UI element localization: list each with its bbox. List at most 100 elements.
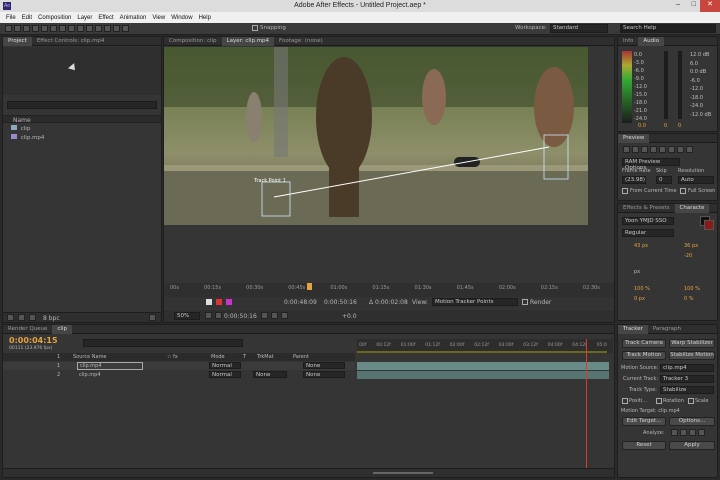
- ram-preview-options[interactable]: RAM Preview Options: [622, 158, 680, 171]
- from-current-checkbox[interactable]: [622, 188, 628, 194]
- mask-visibility-icon[interactable]: [215, 312, 222, 319]
- tab-effects-presets[interactable]: Effects & Presets: [618, 204, 675, 213]
- tab-preview[interactable]: Preview: [618, 133, 650, 143]
- analyze-forward-icon[interactable]: [689, 429, 696, 436]
- apply-button[interactable]: Apply: [669, 441, 715, 450]
- column-source[interactable]: Source Name: [73, 354, 107, 360]
- skip-select[interactable]: 0: [656, 176, 672, 184]
- delete-icon[interactable]: [149, 314, 156, 321]
- maximize-button[interactable]: □: [692, 1, 696, 8]
- column-name[interactable]: Name: [13, 117, 31, 124]
- stroke-color-swatch[interactable]: [704, 220, 714, 230]
- tab-paragraph[interactable]: Paragraph: [648, 325, 686, 334]
- reset-button[interactable]: Reset: [622, 441, 666, 450]
- brush-tool-icon[interactable]: [86, 25, 93, 32]
- ram-preview-icon[interactable]: [686, 146, 693, 153]
- puppet-tool-icon[interactable]: [122, 25, 129, 32]
- layer-trkmat-select[interactable]: None: [253, 371, 287, 378]
- channel-icon[interactable]: [281, 312, 288, 319]
- set-in-icon[interactable]: [206, 299, 212, 305]
- tab-composition[interactable]: Composition: clip: [164, 37, 222, 46]
- set-out-icon[interactable]: [216, 299, 222, 305]
- audio-level-value[interactable]: 0.0: [638, 123, 646, 129]
- selection-tool-icon[interactable]: [5, 25, 12, 32]
- mute-icon[interactable]: [668, 146, 675, 153]
- eraser-tool-icon[interactable]: [104, 25, 111, 32]
- work-area-bar[interactable]: [357, 351, 607, 353]
- render-checkbox[interactable]: [522, 299, 528, 305]
- list-item[interactable]: clip.mp4: [11, 134, 44, 141]
- type-tool-icon[interactable]: [77, 25, 84, 32]
- menu-edit[interactable]: Edit: [22, 15, 32, 21]
- interpret-footage-icon[interactable]: [7, 314, 14, 321]
- menu-file[interactable]: File: [6, 15, 16, 21]
- layer-name[interactable]: clip.mp4: [77, 362, 143, 370]
- layer-name[interactable]: clip.mp4: [79, 372, 101, 378]
- zoom-slider[interactable]: [373, 472, 433, 474]
- analyze-backward-icon[interactable]: [680, 429, 687, 436]
- tab-tracker[interactable]: Tracker: [618, 324, 648, 334]
- tracking-unit[interactable]: px: [634, 269, 640, 275]
- timeline-ruler[interactable]: 00f 00:12f 01:00f 01:12f 02:00f 02:12f 0…: [357, 339, 613, 353]
- roto-tool-icon[interactable]: [113, 25, 120, 32]
- motion-source-select[interactable]: clip.mp4: [660, 364, 714, 372]
- tab-footage[interactable]: Footage: (none): [274, 37, 328, 46]
- audio-slider-right[interactable]: [678, 51, 682, 119]
- font-size[interactable]: 43 px: [634, 243, 648, 249]
- view-select[interactable]: Motion Tracker Points: [432, 298, 518, 306]
- audio-left-value[interactable]: 0: [664, 123, 667, 129]
- menu-view[interactable]: View: [152, 15, 165, 21]
- list-item[interactable]: clip: [11, 125, 30, 132]
- style-select[interactable]: Regular: [622, 229, 674, 237]
- pen-tool-icon[interactable]: [68, 25, 75, 32]
- audio-slider-left[interactable]: [664, 51, 668, 119]
- tab-info[interactable]: Info: [618, 37, 638, 46]
- hand-tool-icon[interactable]: [14, 25, 21, 32]
- tab-effect-controls[interactable]: Effect Controls: clip.mp4: [32, 37, 110, 46]
- track-motion-button[interactable]: Track Motion: [622, 351, 666, 360]
- next-frame-icon[interactable]: [650, 146, 657, 153]
- rotate-tool-icon[interactable]: [32, 25, 39, 32]
- track-camera-button[interactable]: Track Camera: [622, 339, 666, 348]
- layer-bar-1[interactable]: [357, 362, 609, 370]
- layer-mode-select[interactable]: Normal: [209, 371, 241, 378]
- close-button[interactable]: ✕: [700, 0, 720, 12]
- full-screen-checkbox[interactable]: [680, 188, 686, 194]
- timeline-playhead[interactable]: [586, 339, 587, 469]
- font-select[interactable]: Yoon YMJD SSO: [622, 217, 674, 225]
- new-folder-icon[interactable]: [18, 314, 25, 321]
- workspace-select[interactable]: Standard: [550, 24, 608, 33]
- tab-project[interactable]: Project: [3, 36, 32, 46]
- tab-render-queue[interactable]: Render Queue: [3, 325, 52, 334]
- tab-audio[interactable]: Audio: [638, 36, 665, 46]
- offset[interactable]: +0.0: [342, 313, 357, 320]
- snapshot-icon[interactable]: [261, 312, 268, 319]
- bit-depth[interactable]: 8 bpc: [43, 315, 60, 322]
- out-point[interactable]: 0:00:50:16: [324, 299, 357, 306]
- horizontal-scale[interactable]: 100 %: [684, 286, 700, 292]
- layer-parent-select[interactable]: None: [303, 362, 345, 369]
- clone-tool-icon[interactable]: [95, 25, 102, 32]
- rotation-checkbox[interactable]: [656, 398, 662, 404]
- resolution-select[interactable]: Auto: [678, 176, 714, 184]
- analyze-back-frame-icon[interactable]: [671, 429, 678, 436]
- tab-layer[interactable]: Layer: clip.mp4: [221, 36, 275, 46]
- audio-right-value[interactable]: 0: [678, 123, 681, 129]
- menu-animation[interactable]: Animation: [120, 15, 147, 21]
- table-row[interactable]: 2 clip.mp4 Normal None None: [3, 371, 355, 379]
- track-type-select[interactable]: Stabilize: [660, 386, 714, 394]
- snapping-checkbox[interactable]: [252, 25, 258, 31]
- edit-target-button[interactable]: Edit Target...: [622, 417, 666, 426]
- table-row[interactable]: 1 clip.mp4 Normal None: [3, 362, 355, 370]
- playhead-marker[interactable]: [307, 283, 312, 290]
- column-parent[interactable]: Parent: [293, 354, 309, 360]
- column-mode[interactable]: Mode: [211, 354, 225, 360]
- loop-icon[interactable]: [677, 146, 684, 153]
- minimize-button[interactable]: –: [676, 1, 680, 8]
- first-frame-icon[interactable]: [623, 146, 630, 153]
- video-frame[interactable]: Track Point 1: [164, 47, 588, 225]
- leading[interactable]: 36 px: [684, 243, 698, 249]
- kerning[interactable]: -20: [684, 253, 692, 259]
- layer-mode-select[interactable]: Normal: [209, 362, 241, 369]
- frame-rate-select[interactable]: (23.98): [622, 176, 646, 184]
